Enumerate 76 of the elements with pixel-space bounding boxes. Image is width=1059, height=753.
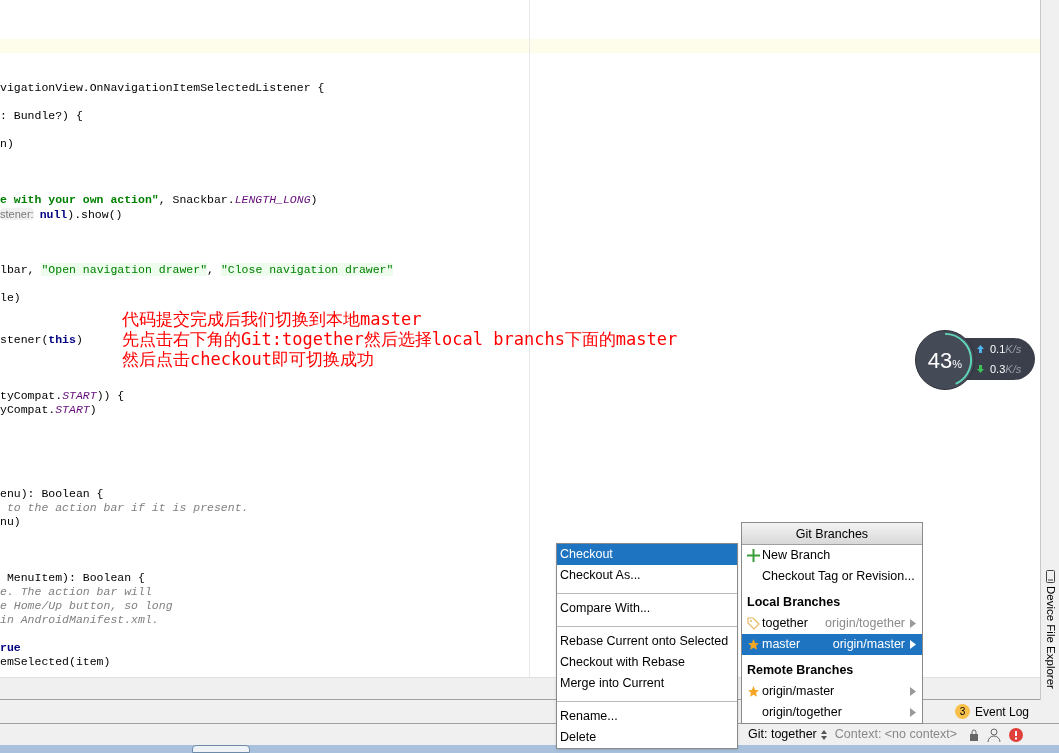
- popup-action[interactable]: Checkout Tag or Revision...: [742, 566, 922, 587]
- code-token: le): [0, 291, 21, 304]
- menu-item[interactable]: Compare With...: [557, 598, 737, 619]
- code-token: emSelected(item): [0, 655, 111, 668]
- submenu-arrow-icon: [910, 687, 916, 696]
- download-speed: 0.3K/s: [990, 362, 1022, 377]
- branch-item[interactable]: together origin/together: [742, 613, 922, 634]
- menu-item[interactable]: Checkout: [557, 544, 737, 565]
- code-token: enu): Boolean {: [0, 487, 104, 500]
- git-branch-widget[interactable]: Git: together: [748, 725, 827, 744]
- branch-item[interactable]: origin/master: [742, 681, 922, 702]
- code-token: START: [55, 403, 90, 416]
- upload-speed: 0.1K/s: [990, 341, 1022, 357]
- submenu-arrow-icon: [910, 708, 916, 717]
- code-token: MenuItem): Boolean {: [5, 571, 145, 584]
- code-token: : Bundle?) {: [0, 109, 83, 122]
- code-token: stener(: [0, 333, 49, 346]
- code-token: lbar,: [0, 263, 36, 276]
- code-token: in AndroidManifest.xml.: [0, 613, 159, 626]
- menu-item[interactable]: Checkout with Rebase: [557, 652, 737, 673]
- code-token: tyCompat.: [0, 389, 63, 402]
- tracking-branch: origin/master: [832, 636, 905, 654]
- code-token: n): [0, 137, 14, 150]
- submenu-arrow-icon: [910, 619, 916, 628]
- code-token: LENGTH_LONG: [234, 193, 311, 206]
- code-token: )) {: [96, 389, 125, 402]
- annotation-text: 然后点击checkout即可切换成功: [122, 349, 375, 369]
- tracking-branch: origin/together: [825, 615, 905, 633]
- person-icon[interactable]: [987, 727, 1002, 742]
- notification-count-badge: 3: [954, 704, 970, 719]
- code-token: null: [39, 208, 68, 221]
- upload-arrow-icon: [977, 344, 984, 353]
- branch-item[interactable]: origin/together: [742, 702, 922, 723]
- code-token: yCompat.: [0, 403, 56, 416]
- menu-item[interactable]: Delete: [557, 727, 737, 748]
- annotation-text: 代码提交完成后我们切换到本地master: [122, 309, 423, 329]
- code-token: ): [89, 403, 97, 416]
- popup-title: Git Branches: [742, 523, 922, 545]
- code-token: e Home/Up button, so long: [0, 599, 173, 612]
- usage-percent: 43%: [927, 346, 963, 375]
- code-token: ,: [207, 263, 215, 276]
- menu-item[interactable]: Rebase Current onto Selected: [557, 631, 737, 652]
- taskbar-button[interactable]: [192, 745, 250, 753]
- code-token: nu): [0, 515, 21, 528]
- code-token: e with your own action": [0, 193, 159, 206]
- code-token: ): [310, 193, 318, 206]
- code-token: this: [48, 333, 76, 346]
- plus-icon: [747, 549, 760, 562]
- section-header: Local Branches: [746, 594, 842, 611]
- section-header: Remote Branches: [746, 662, 855, 679]
- parameter-hint: stener:: [0, 208, 34, 220]
- submenu-arrow-icon: [910, 640, 916, 649]
- code-token: "Open navigation drawer": [41, 263, 208, 276]
- code-token: , Snackbar.: [158, 193, 235, 206]
- download-arrow-icon: [977, 365, 984, 374]
- event-log-button[interactable]: 3 Event Log: [954, 702, 1029, 721]
- phone-icon: [1045, 570, 1055, 583]
- device-file-explorer-tab[interactable]: Device File Explorer: [1041, 570, 1059, 689]
- branch-item[interactable]: master origin/master: [742, 634, 922, 655]
- annotation-text: 先点击右下角的Git:together然后选择local branchs下面的master: [122, 329, 678, 349]
- code-token: vigationView.OnNavigationItemSelectedListener {: [0, 81, 325, 94]
- menu-item[interactable]: Checkout As...: [557, 565, 737, 586]
- up-down-caret-icon: [820, 729, 827, 740]
- code-token: rue: [0, 641, 21, 654]
- code-token: ): [75, 333, 83, 346]
- code-token: START: [62, 389, 97, 402]
- lock-icon[interactable]: [969, 728, 980, 741]
- menu-item[interactable]: Merge into Current: [557, 673, 737, 694]
- popup-action[interactable]: New Branch: [742, 545, 922, 566]
- menu-item[interactable]: Rename...: [557, 706, 737, 727]
- code-token: "Close navigation drawer": [220, 263, 394, 276]
- error-icon[interactable]: [1009, 727, 1024, 742]
- code-token: ).show(): [67, 208, 123, 221]
- context-label: Context: <no context>: [834, 726, 958, 744]
- code-token: to the action bar if it is present.: [5, 501, 249, 514]
- code-token: e. The action bar will: [0, 585, 152, 598]
